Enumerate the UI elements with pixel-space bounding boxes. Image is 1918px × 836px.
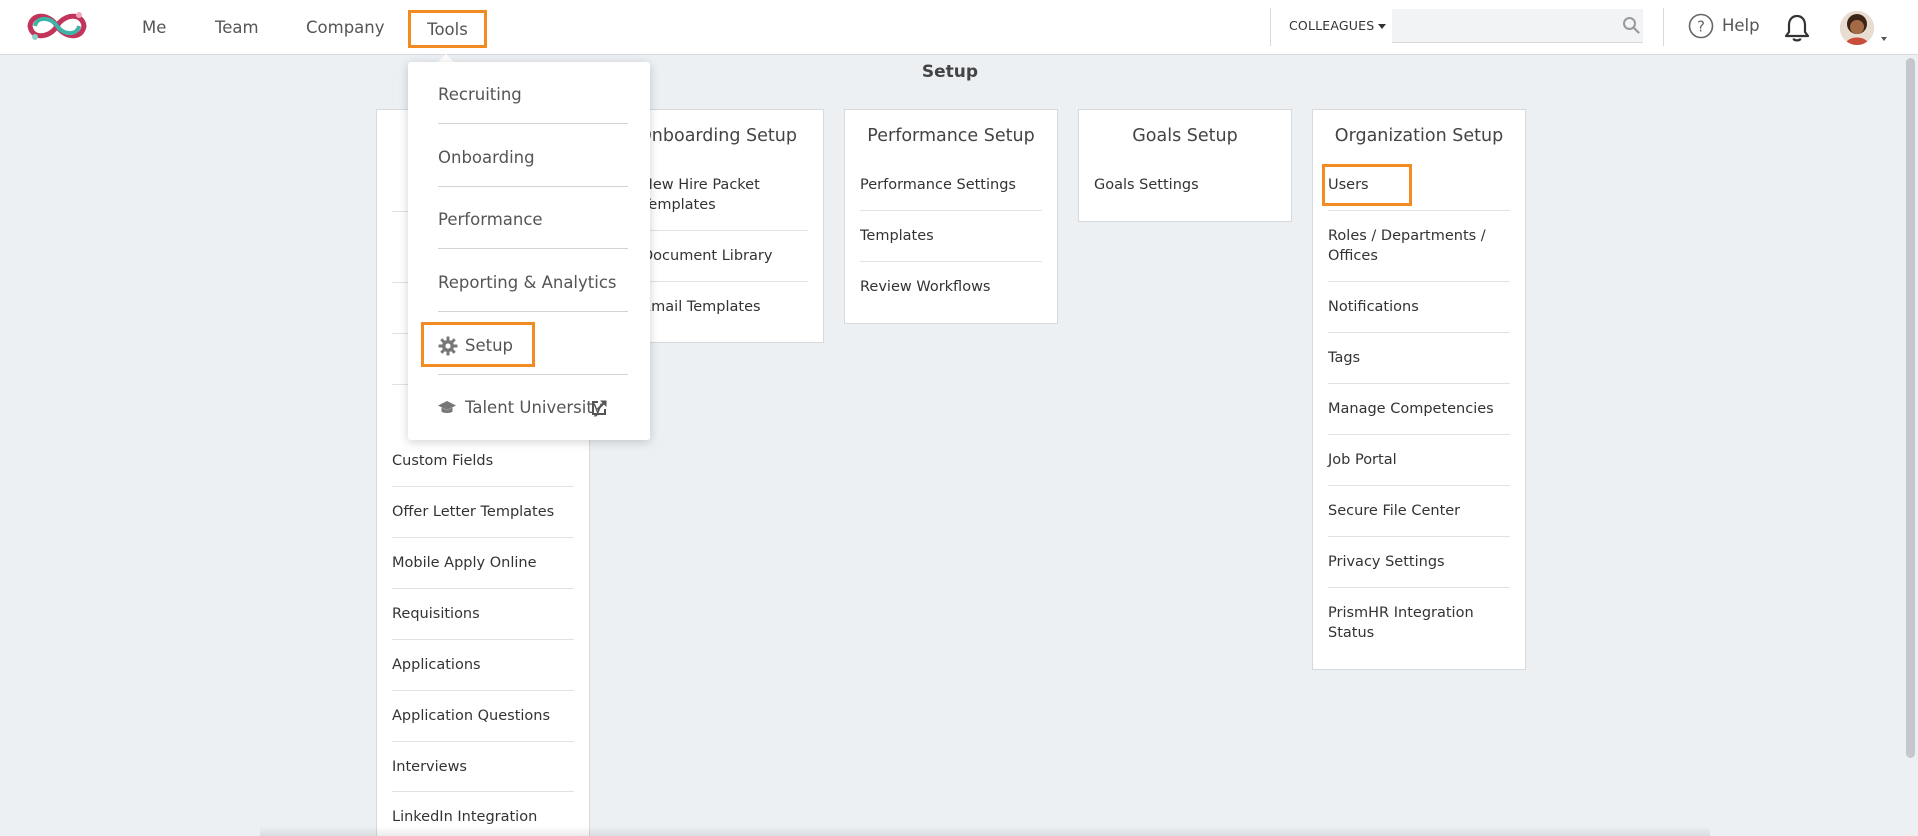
divider [392,588,574,589]
graduation-cap-icon [438,401,456,413]
search-input[interactable] [1392,9,1643,43]
setup-link-prismhr-integration-status[interactable]: PrismHR Integration Status [1328,603,1485,643]
setup-link-roles-departments-offices[interactable]: Roles / Departments / Offices [1328,226,1500,266]
avatar-chevron-down-icon[interactable] [1881,37,1887,41]
setup-link-job-portal[interactable]: Job Portal [1328,450,1510,470]
avatar-image [1840,11,1874,45]
users-highlight-box [1322,164,1412,206]
tools-dropdown-menu: Recruiting Onboarding Performance Report… [408,62,650,440]
menu-item-talent-university[interactable]: Talent University [465,396,603,420]
divider [860,261,1042,262]
divider [438,186,628,187]
setup-link-mobile-apply-online[interactable]: Mobile Apply Online [392,553,574,573]
setup-link-manage-competencies[interactable]: Manage Competencies [1328,399,1510,419]
card-title-performance-setup: Performance Setup [867,126,1035,146]
setup-link-review-workflows[interactable]: Review Workflows [860,277,1042,297]
divider [627,230,808,231]
setup-link-email-templates[interactable]: Email Templates [642,297,808,317]
nav-divider [1270,8,1271,46]
setup-link-new-hire-packet-templates[interactable]: New Hire Packet Templates [642,175,808,215]
help-icon[interactable]: ? [1688,13,1714,39]
menu-item-onboarding[interactable]: Onboarding [438,146,535,170]
nav-company[interactable]: Company [306,0,385,55]
setup-link-applications[interactable]: Applications [392,655,574,675]
divider [438,374,628,375]
divider [392,690,574,691]
divider [860,210,1042,211]
chevron-down-icon [1378,24,1387,29]
setup-link-linkedin-integration[interactable]: LinkedIn Integration [392,807,574,827]
divider [392,741,574,742]
colleagues-label: COLLEAGUES [1289,18,1375,33]
setup-link-offer-letter-templates[interactable]: Offer Letter Templates [392,502,574,522]
gear-icon [438,336,458,356]
divider [627,281,808,282]
divider [438,311,628,312]
divider [1328,332,1510,333]
nav-team[interactable]: Team [215,0,259,55]
svg-text:?: ? [1697,18,1705,36]
setup-link-application-questions[interactable]: Application Questions [392,706,574,726]
divider [1328,536,1510,537]
colleagues-dropdown[interactable]: COLLEAGUES [1289,0,1387,52]
goals-setup-card: Goals Setup Goals Settings [1078,109,1292,222]
setup-link-notifications[interactable]: Notifications [1328,297,1510,317]
bottom-shadow [260,826,1710,836]
divider [438,123,628,124]
divider [1328,210,1510,211]
performance-setup-card: Performance Setup Performance Settings T… [844,109,1058,324]
help-link[interactable]: Help [1722,13,1760,39]
bell-icon[interactable] [1783,13,1811,43]
setup-link-interviews[interactable]: Interviews [392,757,574,777]
setup-link-privacy-settings[interactable]: Privacy Settings [1328,552,1510,572]
setup-link-tags[interactable]: Tags [1328,348,1510,368]
divider [1328,587,1510,588]
setup-link-goals-settings[interactable]: Goals Settings [1094,175,1276,195]
divider [392,639,574,640]
menu-item-setup[interactable]: Setup [465,334,513,358]
top-navigation-bar: Me Team Company Tools COLLEAGUES ? Help [0,0,1918,55]
card-title-organization-setup: Organization Setup [1334,126,1504,146]
divider [392,791,574,792]
divider [1328,434,1510,435]
external-link-icon [592,400,607,415]
setup-link-templates[interactable]: Templates [860,226,1042,246]
divider [392,486,574,487]
divider [438,248,628,249]
avatar[interactable] [1840,11,1874,45]
menu-item-performance[interactable]: Performance [438,208,543,232]
page-scrollbar-thumb[interactable] [1906,58,1915,758]
setup-link-performance-settings[interactable]: Performance Settings [860,175,1042,195]
nav-me[interactable]: Me [142,0,166,55]
menu-item-reporting-analytics[interactable]: Reporting & Analytics [438,271,617,295]
setup-link-custom-fields[interactable]: Custom Fields [392,451,574,471]
page-title: Setup [921,62,979,82]
divider [1328,281,1510,282]
setup-link-document-library[interactable]: Document Library [642,246,808,266]
divider [1328,485,1510,486]
divider [1328,383,1510,384]
nav-divider [1663,8,1664,46]
menu-item-recruiting[interactable]: Recruiting [438,83,522,107]
company-logo[interactable] [24,6,90,46]
divider [392,537,574,538]
search-icon[interactable] [1622,16,1640,34]
card-title-goals-setup: Goals Setup [1132,126,1238,146]
setup-link-secure-file-center[interactable]: Secure File Center [1328,501,1510,521]
setup-link-requisitions[interactable]: Requisitions [392,604,574,624]
nav-tools[interactable]: Tools [408,10,487,48]
